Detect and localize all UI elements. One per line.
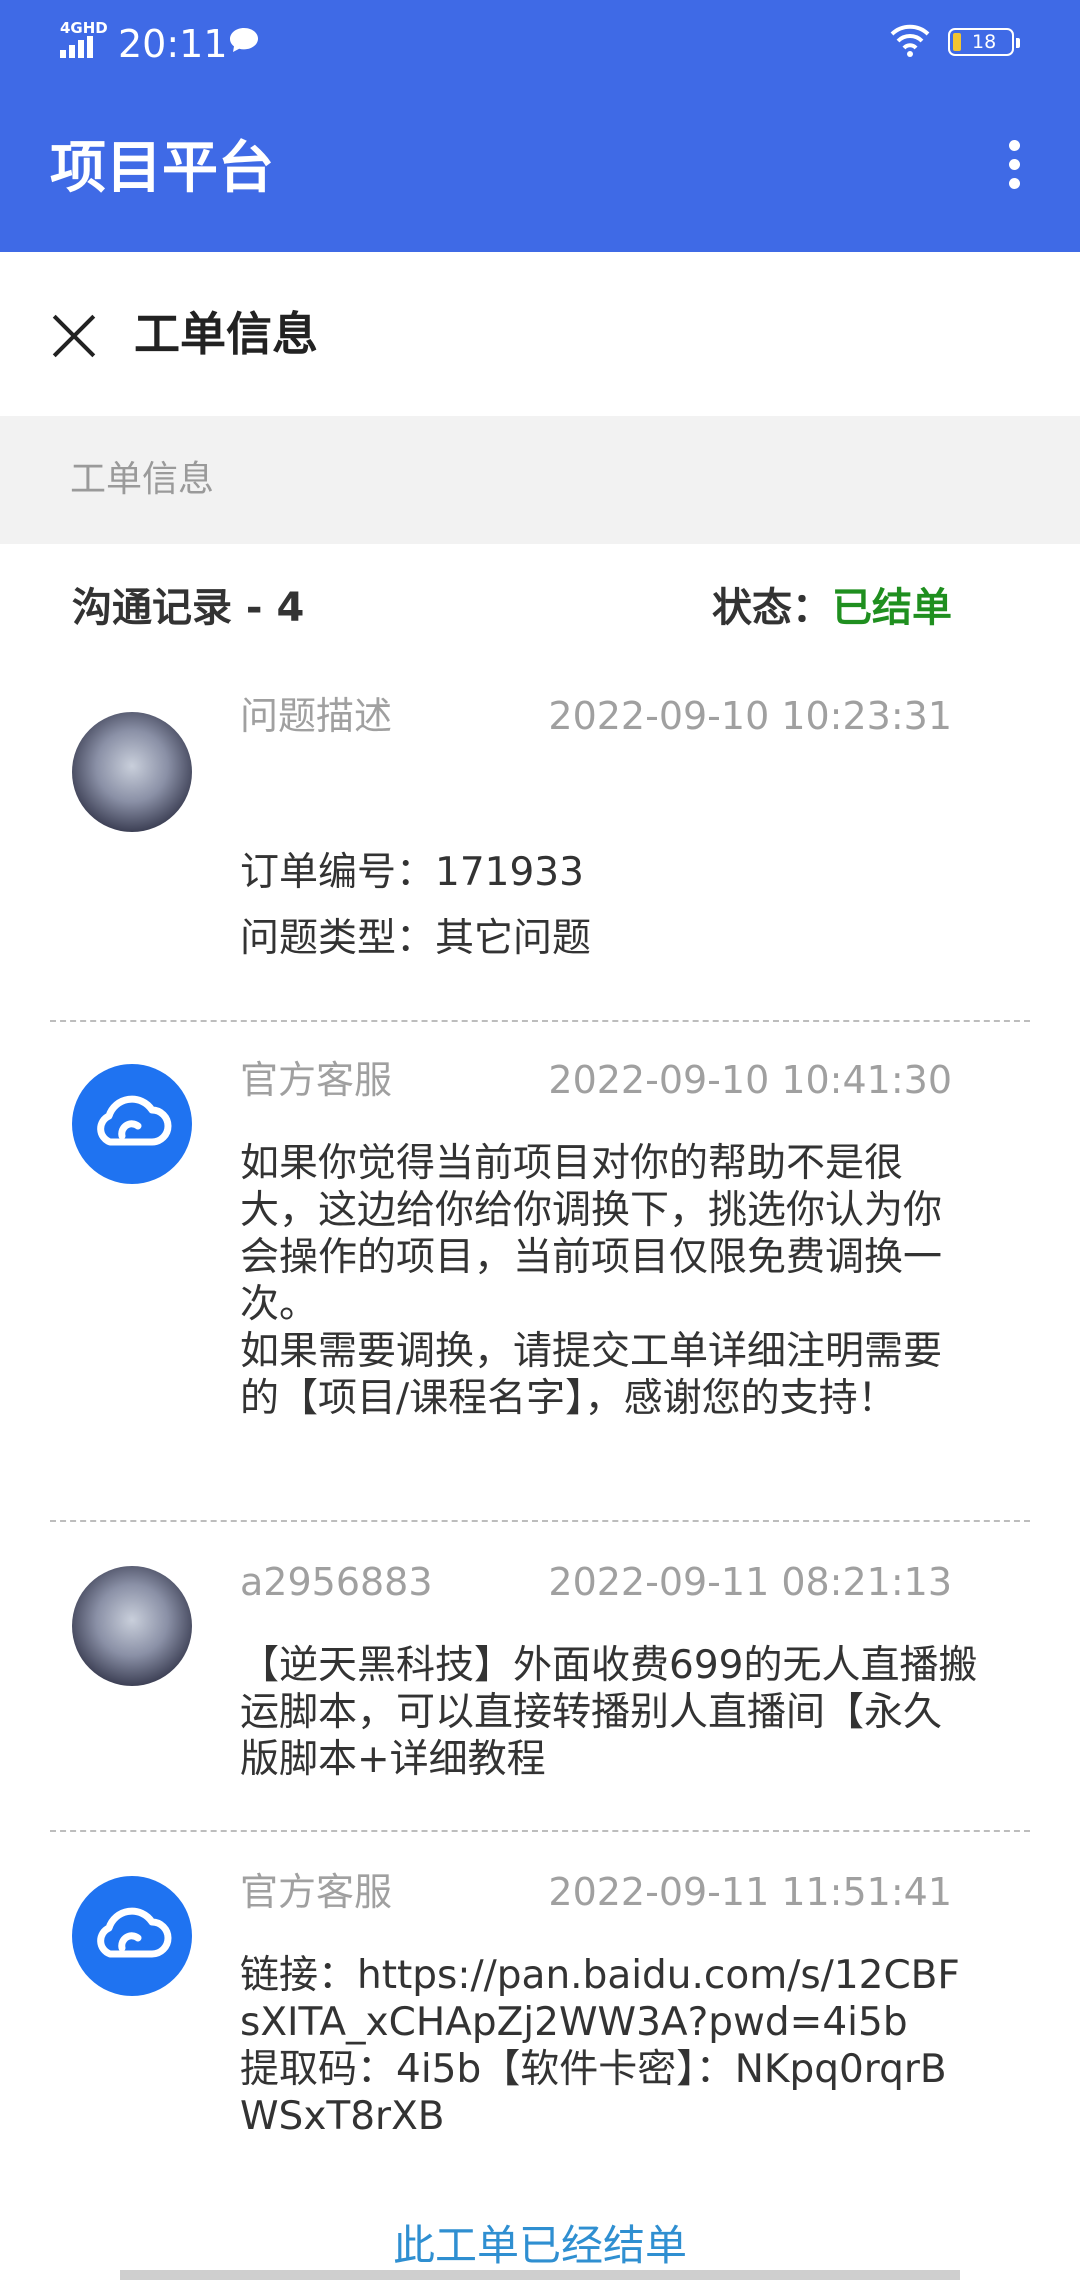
ticket-closed-notice: 此工单已经结单 <box>392 2221 687 2270</box>
divider <box>50 1830 1030 1832</box>
record-author: a2956883 <box>240 1560 433 1604</box>
cloud-icon <box>72 1876 192 1996</box>
app-bar: 4GHD 20:11 18 项目平台 <box>0 0 1080 252</box>
close-icon[interactable] <box>50 312 98 360</box>
divider <box>50 1520 1030 1522</box>
signal-icon: 4GHD <box>60 20 110 64</box>
page-title: 工单信息 <box>134 307 318 361</box>
section-label: 工单信息 <box>70 459 215 500</box>
divider <box>50 1020 1030 1022</box>
network-type: 4GHD <box>60 19 108 37</box>
section-header: 工单信息 <box>0 416 1080 544</box>
record-time: 2022-09-10 10:41:30 <box>548 1058 952 1102</box>
record-time: 2022-09-11 08:21:13 <box>548 1560 952 1604</box>
ticket-status: 状态：已结单 <box>712 580 952 636</box>
app-title: 项目平台 <box>50 136 274 201</box>
battery-icon: 18 <box>948 28 1020 56</box>
record-content[interactable]: 链接：https://pan.baidu.com/s/12CBFsXITA_xC… <box>240 1952 980 2140</box>
home-indicator <box>120 2270 960 2280</box>
record-content: 订单编号：171933 问题类型：其它问题 <box>240 850 592 961</box>
more-options-icon[interactable] <box>1000 140 1028 196</box>
user-avatar <box>72 1566 192 1686</box>
record-author: 官方客服 <box>240 1058 393 1102</box>
status-value: 已结单 <box>832 585 952 631</box>
page-header: 工单信息 <box>0 252 1080 416</box>
record-count: 沟通记录 - 4 <box>72 585 305 631</box>
record-author: 官方客服 <box>240 1870 393 1914</box>
record-content: 如果你觉得当前项目对你的帮助不是很大，这边给你给你调换下，挑选你认为你会操作的项… <box>240 1141 943 1421</box>
status-label: 状态： <box>712 585 832 631</box>
record-author: 问题描述 <box>240 694 393 738</box>
record-time: 2022-09-10 10:23:31 <box>548 694 952 738</box>
record-content: 【逆天黑科技】外面收费699的无人直播搬运脚本，可以直接转播别人直播间【永久版脚… <box>240 1643 978 1782</box>
record-time: 2022-09-11 11:51:41 <box>548 1870 952 1914</box>
wifi-icon <box>890 24 930 57</box>
status-time: 20:11 <box>118 22 228 66</box>
message-icon <box>230 28 258 52</box>
user-avatar <box>72 712 192 832</box>
cloud-icon <box>72 1064 192 1184</box>
battery-level: 18 <box>972 31 997 53</box>
